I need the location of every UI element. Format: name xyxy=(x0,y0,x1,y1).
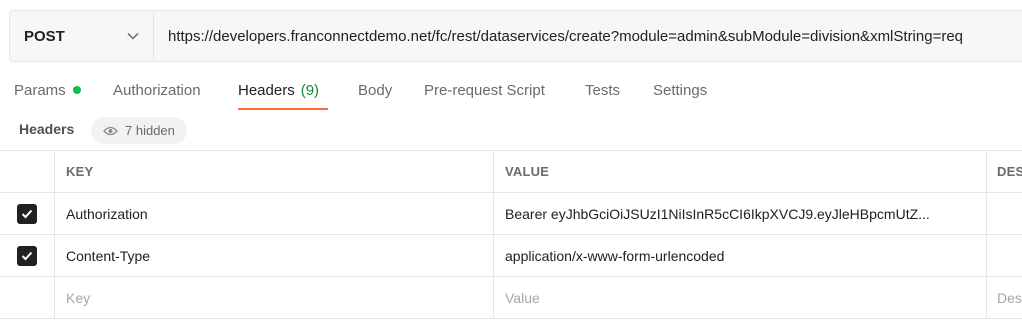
checkmark-icon xyxy=(21,209,33,218)
url-text: https://developers.franconnectdemo.net/f… xyxy=(168,27,964,45)
column-header-value: VALUE xyxy=(494,151,987,192)
chevron-down-icon xyxy=(127,32,139,40)
value-placeholder: Value xyxy=(505,289,540,306)
row-check-cell xyxy=(0,277,55,318)
value-text: application/x-www-form-urlencoded xyxy=(505,247,725,264)
key-cell[interactable]: Authorization xyxy=(55,193,494,234)
column-header-key: KEY xyxy=(55,151,494,192)
tab-headers-count: (9) xyxy=(300,81,320,99)
tab-body-label: Body xyxy=(358,81,393,99)
value-cell[interactable]: application/x-www-form-urlencoded xyxy=(494,235,987,276)
table-row: Content-Type application/x-www-form-urle… xyxy=(0,235,1022,277)
column-header-description: DES xyxy=(997,164,1022,179)
header-check-cell xyxy=(0,151,55,192)
value-text: Bearer eyJhbGciOiJSUzI1NiIsInR5cCI6IkpXV… xyxy=(505,205,930,222)
tab-headers[interactable]: Headers (9) xyxy=(238,70,328,110)
method-label: POST xyxy=(24,27,65,45)
table-header-row: KEY VALUE DES xyxy=(0,151,1022,193)
table-row: Authorization Bearer eyJhbGciOiJSUzI1NiI… xyxy=(0,193,1022,235)
key-placeholder: Key xyxy=(66,289,91,306)
row-check-cell xyxy=(0,235,55,276)
headers-section-title: Headers xyxy=(19,121,75,137)
description-placeholder: Des xyxy=(997,289,1022,306)
row-check-cell xyxy=(0,193,55,234)
tab-settings[interactable]: Settings xyxy=(653,70,707,110)
row-checkbox[interactable] xyxy=(17,245,37,266)
request-bar: POST https://developers.franconnectdemo.… xyxy=(9,10,1022,62)
tab-authorization[interactable]: Authorization xyxy=(113,70,201,110)
new-key-input[interactable]: Key xyxy=(55,277,494,318)
hidden-headers-label: 7 hidden xyxy=(125,123,175,138)
headers-subheader: Headers 7 hidden xyxy=(0,116,1022,146)
tab-headers-label: Headers xyxy=(238,81,295,99)
description-cell[interactable] xyxy=(987,193,1022,234)
key-text: Content-Type xyxy=(66,247,151,264)
description-cell[interactable] xyxy=(987,235,1022,276)
row-checkbox[interactable] xyxy=(17,203,37,224)
tab-settings-label: Settings xyxy=(653,81,708,99)
value-cell[interactable]: Bearer eyJhbGciOiJSUzI1NiIsInR5cCI6IkpXV… xyxy=(494,193,987,234)
method-dropdown[interactable]: POST xyxy=(10,11,154,61)
hidden-headers-toggle[interactable]: 7 hidden xyxy=(91,117,187,144)
new-description-input[interactable]: Des xyxy=(987,277,1022,318)
tab-tests[interactable]: Tests xyxy=(585,70,620,110)
eye-icon xyxy=(103,126,118,135)
url-input[interactable]: https://developers.franconnectdemo.net/f… xyxy=(154,11,1022,61)
tab-params[interactable]: Params xyxy=(14,70,81,110)
tab-params-label: Params xyxy=(14,81,66,99)
params-indicator-dot-icon xyxy=(72,86,81,94)
new-value-input[interactable]: Value xyxy=(494,277,987,318)
tab-body[interactable]: Body xyxy=(358,70,392,110)
tab-tests-label: Tests xyxy=(585,81,621,99)
key-text: Authorization xyxy=(66,205,148,222)
request-tabs: Params Authorization Headers (9) Body Pr… xyxy=(0,70,1022,110)
tab-pre-request-script-label: Pre-request Script xyxy=(424,81,545,99)
active-tab-underline xyxy=(238,108,328,110)
tab-pre-request-script[interactable]: Pre-request Script xyxy=(424,70,545,110)
headers-table: KEY VALUE DES Authorization Bearer eyJhb… xyxy=(0,150,1022,319)
tab-authorization-label: Authorization xyxy=(113,81,201,99)
checkmark-icon xyxy=(21,251,33,260)
new-header-row: Key Value Des xyxy=(0,277,1022,319)
key-cell[interactable]: Content-Type xyxy=(55,235,494,276)
